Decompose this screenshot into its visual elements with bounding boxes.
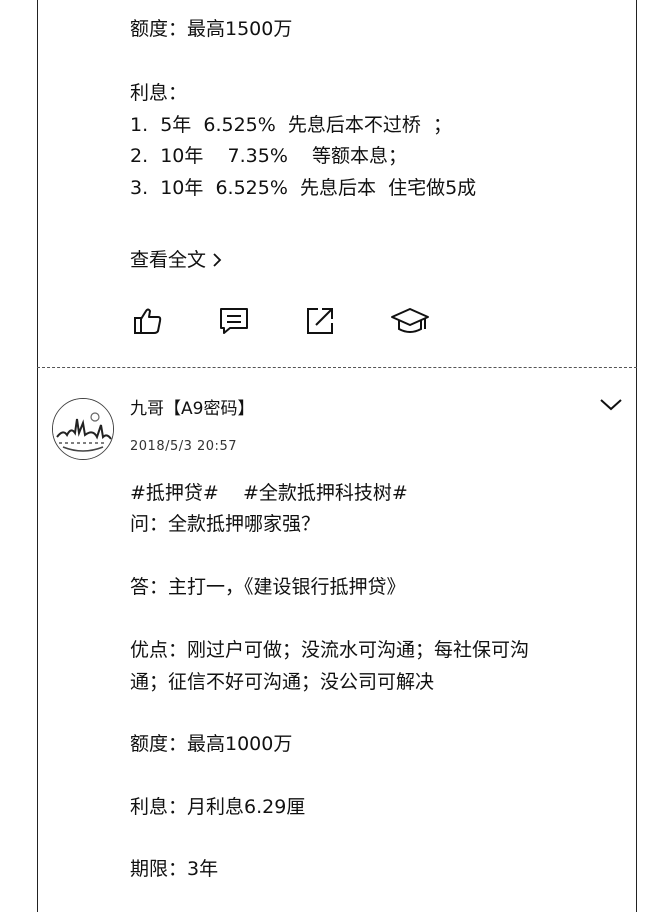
post1-action-bar [130, 303, 430, 339]
thumbs-up-icon [134, 308, 162, 334]
like-button[interactable] [130, 303, 166, 339]
comment-button[interactable] [216, 303, 252, 339]
post2-advantages-line-2: 通；征信不好可沟通；没公司可解决 [130, 671, 435, 693]
post-divider [37, 367, 637, 368]
read-more-label: 查看全文 [130, 249, 207, 271]
post1-rate-line-1: 1. 5年 6.525% 先息后本不过桥 ； [130, 114, 452, 136]
author-name[interactable]: 九哥【A9密码】 [130, 398, 254, 420]
post-timestamp: 2018/5/3 20:57 [130, 439, 237, 454]
post2-term: 期限：3年 [130, 858, 219, 880]
chevron-right-icon [213, 253, 222, 267]
post2-interest: 利息：月利息6.29厘 [130, 796, 306, 818]
post2-advantages-line-1: 优点：刚过户可做；没流水可沟通；每社保可沟 [130, 639, 530, 661]
comment-icon [220, 308, 248, 334]
post2-tags[interactable]: #抵押贷# #全款抵押科技树# [130, 481, 408, 505]
post1-rate-line-2: 2. 10年 7.35% 等额本息； [130, 145, 408, 167]
avatar[interactable] [52, 398, 114, 460]
post1-amount: 额度：最高1500万 [130, 18, 293, 40]
post1-interest-label: 利息： [130, 82, 188, 104]
post2-amount: 额度：最高1000万 [130, 733, 293, 755]
share-icon [307, 308, 333, 334]
chevron-down-icon [600, 399, 622, 411]
course-button[interactable] [388, 303, 432, 339]
post1-rate-line-3: 3. 10年 6.525% 先息后本 住宅做5成 [130, 177, 477, 199]
read-more-link[interactable]: 查看全文 [130, 248, 222, 272]
post2-answer: 答：主打一，《建设银行抵押贷》 [130, 576, 406, 598]
post-options-button[interactable] [598, 395, 624, 415]
share-button[interactable] [302, 303, 338, 339]
post2-question: 问：全款抵押哪家强？ [130, 513, 321, 535]
graduation-cap-icon [391, 308, 429, 333]
avatar-image-icon [53, 399, 113, 459]
left-border [37, 0, 38, 912]
right-border [636, 0, 637, 912]
